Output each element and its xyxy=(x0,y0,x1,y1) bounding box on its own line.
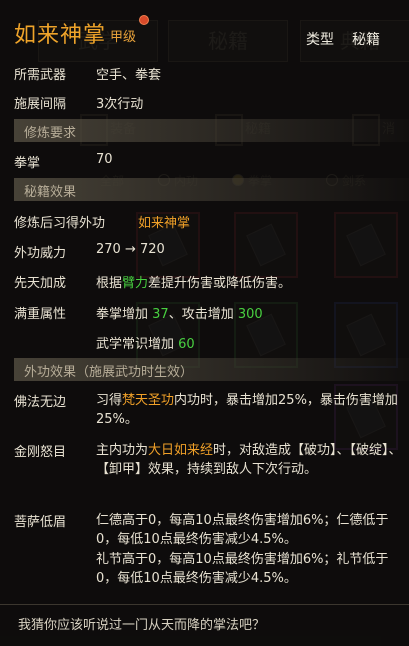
effect-3-label: 菩萨低眉 xyxy=(14,515,67,530)
effect-2-text: 主内功为大日如来经时，对敌造成【破功】、【破绽】、【卸甲】效果，持续到敌人下次行… xyxy=(96,441,402,479)
grade-badge: 甲级 xyxy=(110,30,137,45)
power-value: 270 → 720 xyxy=(96,242,165,257)
requirement-label: 拳掌 xyxy=(14,156,41,171)
learn-label: 修炼后习得外功 xyxy=(14,216,106,231)
learn-value: 如来神掌 xyxy=(138,216,191,231)
external-effect-header: 外功效果（施展武功时生效） xyxy=(14,358,409,381)
full-attr-line1: 拳掌增加 37、攻击增加 300 xyxy=(96,303,263,322)
highlight-skill: 大日如来经 xyxy=(148,443,214,458)
divider xyxy=(0,604,409,605)
effect-2-label: 金刚怒目 xyxy=(14,445,67,460)
interval-value: 3次行动 xyxy=(96,97,144,112)
highlight-attribute: 臂力 xyxy=(122,276,149,291)
section-title: 修炼要求 xyxy=(24,126,77,141)
weapon-label: 所需武器 xyxy=(14,68,67,83)
weapon-value: 空手、拳套 xyxy=(96,68,162,83)
text: 习得 xyxy=(96,393,123,408)
highlight-skill: 梵天圣功 xyxy=(122,393,175,408)
text: 差提升伤害或降低伤害。 xyxy=(148,276,292,291)
stat-value: 37 xyxy=(152,307,169,322)
full-attr-label: 满重属性 xyxy=(14,307,67,322)
section-title: 外功效果（施展武功时生效） xyxy=(24,365,194,380)
effect-3-text-2: 礼节高于0，每高10点最终伤害增加6%；礼节低于0，每低10点最终伤害减少4.5… xyxy=(96,552,389,586)
text: 根据 xyxy=(96,276,123,291)
innate-label: 先天加成 xyxy=(14,276,67,291)
requirement-header: 修炼要求 xyxy=(14,119,409,142)
text: 武学常识增加 xyxy=(96,337,175,352)
text: 主内功为 xyxy=(96,443,149,458)
effect-3-text: 仁德高于0，每高10点最终伤害增加6%；仁德低于0，每低10点最终伤害减少4.5… xyxy=(96,513,389,547)
effect-1-text: 习得梵天圣功内功时，暴击增加25%，暴击伤害增加25%。 xyxy=(96,391,402,429)
stat-value: 60 xyxy=(178,337,195,352)
skill-title: 如来神掌 xyxy=(14,23,107,48)
skill-tooltip: 如来神掌 甲级 类型 秘籍 所需武器 空手、拳套 施展间隔 3次行动 修炼要求 … xyxy=(0,0,409,646)
new-indicator-dot xyxy=(139,15,149,25)
type-label: 类型 xyxy=(306,32,334,48)
innate-text: 根据臂力差提升伤害或降低伤害。 xyxy=(96,272,291,291)
section-title: 秘籍效果 xyxy=(24,185,77,200)
text: 拳掌增加 xyxy=(96,307,149,322)
text: 、攻击增加 xyxy=(168,307,234,322)
stat-value: 300 xyxy=(237,307,263,322)
effect-1-label: 佛法无边 xyxy=(14,395,67,410)
full-attr-line2: 武学常识增加 60 xyxy=(96,333,195,352)
tooltip-header: 如来神掌 甲级 类型 秘籍 xyxy=(0,0,409,54)
type-value: 秘籍 xyxy=(352,32,380,48)
requirement-value: 70 xyxy=(96,152,113,167)
interval-label: 施展间隔 xyxy=(14,97,67,112)
effect-header: 秘籍效果 xyxy=(14,178,409,201)
flavor-text: 我猜你应该听说过一门从天而降的掌法吧？ xyxy=(18,618,266,633)
power-label: 外功威力 xyxy=(14,246,67,261)
